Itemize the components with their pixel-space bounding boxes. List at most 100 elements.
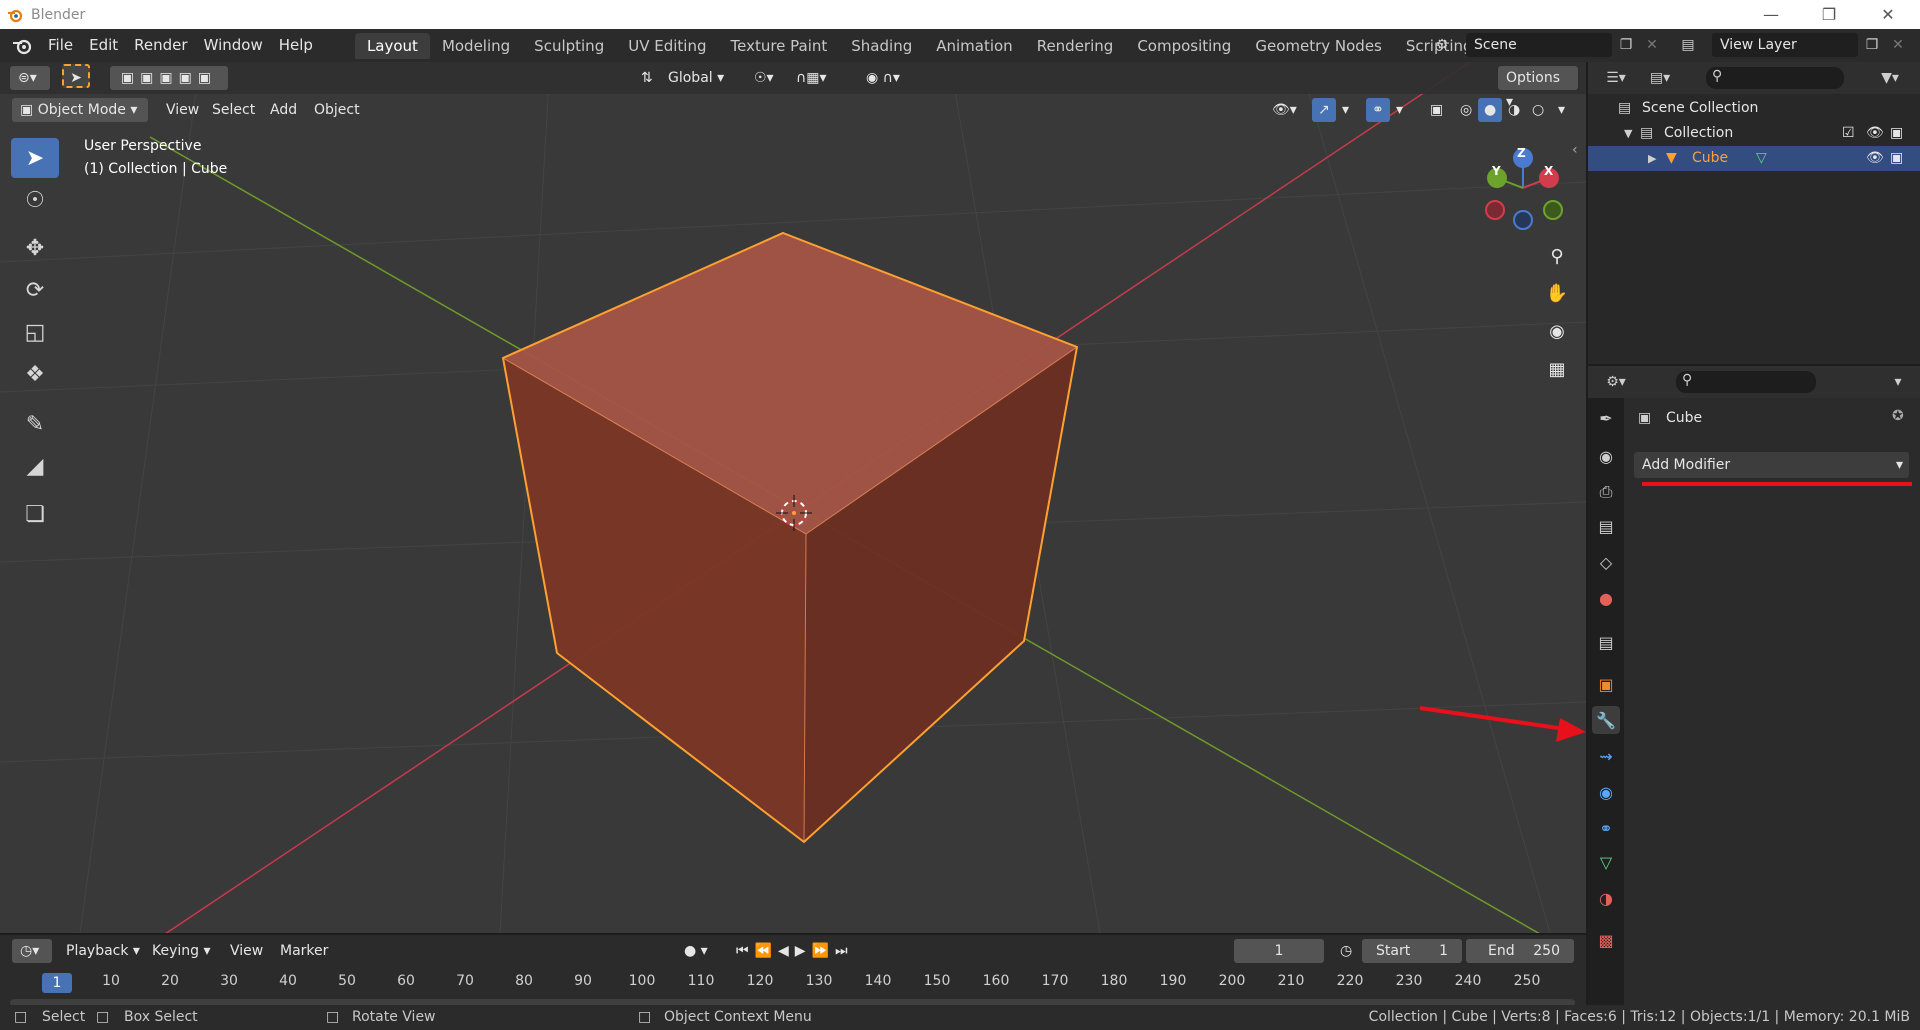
- collection-visibility-icon[interactable]: 👁: [1866, 121, 1884, 146]
- scene-name-field[interactable]: Scene: [1466, 33, 1612, 57]
- collection-render-icon[interactable]: ▣: [1890, 121, 1903, 146]
- remove-scene-icon[interactable]: ✕: [1640, 33, 1664, 57]
- blender-menu-icon[interactable]: [12, 37, 32, 55]
- expand-arrow-icon[interactable]: ▶: [1648, 146, 1656, 171]
- annotate-tool-icon[interactable]: ✎: [11, 404, 59, 444]
- playback-menu[interactable]: Playback ▾: [60, 939, 146, 963]
- properties-options-icon[interactable]: ▾: [1886, 370, 1910, 394]
- tab-geometry-nodes[interactable]: Geometry Nodes: [1243, 33, 1394, 59]
- particles-tab-icon[interactable]: ⇝: [1592, 742, 1620, 770]
- tab-layout[interactable]: Layout: [354, 32, 430, 59]
- gizmo-y-label[interactable]: Y: [1492, 164, 1501, 178]
- select-menu[interactable]: Select: [206, 98, 261, 122]
- marker-menu[interactable]: Marker: [274, 939, 334, 963]
- tab-sculpting[interactable]: Sculpting: [522, 33, 616, 59]
- physics-tab-icon[interactable]: ◉: [1592, 778, 1620, 806]
- tab-compositing[interactable]: Compositing: [1125, 33, 1243, 59]
- new-view-layer-icon[interactable]: ❐: [1860, 33, 1884, 57]
- transform-tool-icon[interactable]: ❖: [11, 354, 59, 394]
- use-preview-range-icon[interactable]: ◷: [1334, 939, 1358, 963]
- keying-menu[interactable]: Keying ▾: [146, 939, 217, 963]
- xray-toggle-icon[interactable]: ▣: [1424, 98, 1449, 122]
- camera-view-icon[interactable]: ◉: [1542, 316, 1572, 346]
- editor-type-icon[interactable]: ⊜▾: [10, 66, 50, 90]
- proportional-edit-icon[interactable]: ◉ ∩▾: [860, 66, 906, 90]
- outliner-row-collection[interactable]: ▼ ▤ Collection ☑ 👁 ▣: [1588, 121, 1920, 146]
- orientation-dropdown[interactable]: Global ▾: [660, 66, 734, 90]
- zoom-icon[interactable]: ⚲: [1542, 241, 1572, 271]
- gizmo-toggle-icon[interactable]: ↗: [1312, 98, 1336, 122]
- modifier-tab-icon[interactable]: 🔧: [1592, 706, 1620, 734]
- outliner-editor-type-icon[interactable]: ☰▾: [1598, 66, 1634, 90]
- rotate-tool-icon[interactable]: ⟳: [11, 270, 59, 310]
- mesh-data-icon[interactable]: ▽: [1756, 146, 1767, 171]
- snap-icon[interactable]: ∩▦▾: [790, 66, 833, 90]
- cursor-tool-icon[interactable]: ☉: [11, 180, 59, 220]
- view-layer-tab-icon[interactable]: ▤: [1592, 512, 1620, 540]
- timeline-view-menu[interactable]: View: [224, 939, 269, 963]
- tab-modeling[interactable]: Modeling: [430, 33, 522, 59]
- collection-tab-icon[interactable]: ▤: [1592, 628, 1620, 656]
- close-icon[interactable]: ✕: [1865, 0, 1911, 29]
- add-cube-tool-icon[interactable]: ❏: [11, 494, 59, 534]
- rendered-shading-icon[interactable]: ○: [1526, 98, 1550, 122]
- 3d-viewport[interactable]: Z X Y ⊜▾ ➤ ▣▣▣▣▣ ⇅ Global ▾ ☉▾ ∩▦▾ ◉ ∩▾ …: [0, 62, 1586, 933]
- tool-tab-icon[interactable]: ✒: [1592, 404, 1620, 432]
- filter-icon[interactable]: ▼▾: [1870, 66, 1910, 90]
- move-tool-icon[interactable]: ✥: [11, 228, 59, 268]
- gizmo-dropdown-icon[interactable]: ▾: [1336, 98, 1355, 122]
- overlay-toggle-icon[interactable]: ⚭: [1366, 98, 1390, 122]
- menu-help[interactable]: Help: [271, 29, 321, 62]
- add-modifier-dropdown[interactable]: Add Modifier ▾: [1634, 452, 1909, 478]
- properties-search-input[interactable]: [1676, 371, 1816, 393]
- select-tool-icon[interactable]: ➤: [62, 64, 90, 88]
- sidebar-collapse-icon[interactable]: ‹: [1572, 142, 1578, 158]
- texture-tab-icon[interactable]: ▩: [1592, 926, 1620, 954]
- material-shading-icon[interactable]: ◑: [1502, 98, 1526, 122]
- material-tab-icon[interactable]: ◑: [1592, 884, 1620, 912]
- orientation-icon[interactable]: ⇅: [635, 66, 659, 90]
- tab-shading[interactable]: Shading: [839, 33, 924, 59]
- tab-uv-editing[interactable]: UV Editing: [616, 33, 718, 59]
- menu-window[interactable]: Window: [196, 29, 271, 62]
- menu-render[interactable]: Render: [126, 29, 195, 62]
- current-frame-indicator[interactable]: 1: [42, 973, 72, 993]
- scale-tool-icon[interactable]: ◱: [11, 312, 59, 352]
- scene-tab-icon[interactable]: ◇: [1592, 548, 1620, 576]
- exclude-checkbox-icon[interactable]: ☑: [1842, 121, 1855, 146]
- solid-shading-icon[interactable]: ●: [1478, 98, 1503, 122]
- collapse-arrow-icon[interactable]: ▼: [1624, 121, 1632, 146]
- tab-texture-paint[interactable]: Texture Paint: [718, 33, 839, 59]
- object-tab-icon[interactable]: ▣: [1592, 670, 1620, 698]
- view-layer-browse-icon[interactable]: ▤: [1676, 33, 1700, 57]
- output-tab-icon[interactable]: ⎙: [1592, 478, 1620, 506]
- view-menu[interactable]: View: [160, 98, 205, 122]
- overlay-dropdown-icon[interactable]: ▾: [1390, 98, 1409, 122]
- selection-mode-icons[interactable]: ▣▣▣▣▣: [110, 66, 228, 90]
- object-menu[interactable]: Object: [308, 98, 366, 122]
- measure-tool-icon[interactable]: ◢: [11, 446, 59, 486]
- maximize-icon[interactable]: ❐: [1806, 0, 1852, 29]
- viewport-scene[interactable]: [0, 62, 1586, 933]
- gizmo-x-label[interactable]: X: [1544, 164, 1553, 178]
- remove-view-layer-icon[interactable]: ✕: [1886, 33, 1910, 57]
- start-frame-field[interactable]: Start 1: [1362, 939, 1462, 963]
- menu-edit[interactable]: Edit: [81, 29, 126, 62]
- wireframe-shading-icon[interactable]: ◎: [1454, 98, 1478, 122]
- outliner-row-cube[interactable]: ▶ ▼ Cube ▽ 👁 ▣: [1588, 146, 1920, 171]
- cube-render-icon[interactable]: ▣: [1890, 146, 1903, 171]
- shading-dropdown-icon[interactable]: ▾: [1552, 98, 1571, 122]
- options-dropdown[interactable]: Options ▾: [1498, 66, 1578, 110]
- display-mode-icon[interactable]: ▤▾: [1642, 66, 1678, 90]
- minimize-icon[interactable]: —: [1748, 0, 1794, 29]
- outliner-search-input[interactable]: [1706, 67, 1844, 89]
- pivot-point-icon[interactable]: ☉▾: [748, 66, 780, 90]
- auto-keying-icon[interactable]: ● ▾: [678, 939, 714, 963]
- tab-animation[interactable]: Animation: [924, 33, 1024, 59]
- menu-file[interactable]: File: [40, 29, 81, 62]
- end-frame-field[interactable]: End 250: [1466, 939, 1574, 963]
- data-tab-icon[interactable]: ▽: [1592, 848, 1620, 876]
- pan-hand-icon[interactable]: ✋: [1542, 278, 1572, 308]
- pin-icon[interactable]: ✪: [1892, 408, 1904, 424]
- playback-controls-icons[interactable]: ⏮⏪◀▶⏩⏭: [730, 939, 860, 963]
